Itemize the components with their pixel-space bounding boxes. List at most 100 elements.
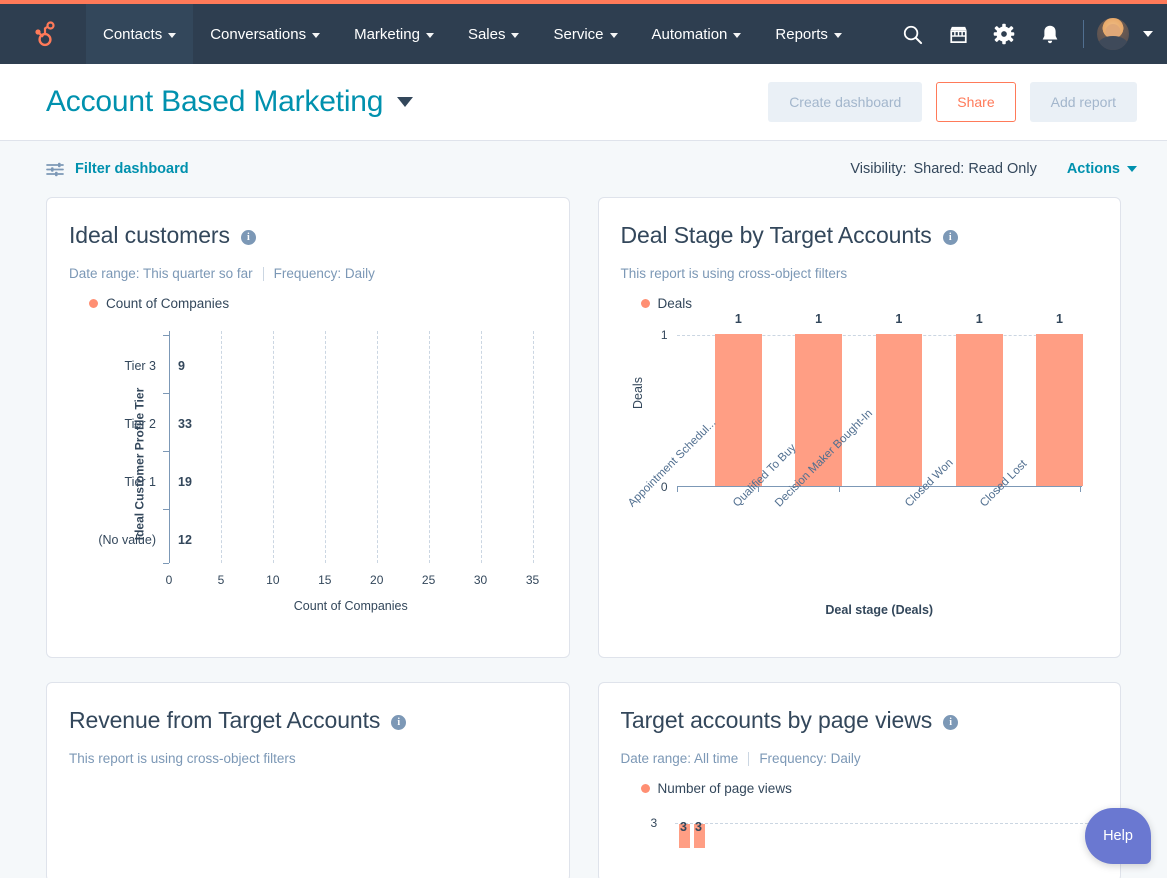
- meta-divider: [263, 267, 264, 281]
- axis-tick: [839, 487, 840, 492]
- visibility-label: Visibility:: [850, 161, 906, 177]
- y-tick-label: 1: [661, 328, 668, 342]
- chart-ideal-customers: Ideal Customer Profile Tier Tier 3 9: [69, 325, 547, 615]
- bar[interactable]: 3: [679, 824, 690, 848]
- info-icon[interactable]: i: [241, 230, 256, 245]
- bar[interactable]: 3: [694, 824, 705, 848]
- legend-color-dot: [89, 299, 98, 308]
- page-title-wrap: Account Based Marketing: [46, 85, 413, 119]
- nav-item-label: Sales: [468, 26, 506, 43]
- x-tick-label: 15: [318, 573, 331, 587]
- bar-row[interactable]: Tier 3 9: [170, 351, 185, 381]
- bar[interactable]: [956, 334, 1003, 486]
- bar-column[interactable]: 1: [876, 334, 923, 486]
- x-tick-label: 35: [526, 573, 539, 587]
- nav-item-list: Contacts Conversations Marketing Sales S…: [86, 4, 859, 64]
- bar-value-label: 3: [695, 820, 702, 834]
- sprocket-icon: [28, 19, 58, 49]
- share-button[interactable]: Share: [936, 82, 1015, 122]
- bar-value-label: 1: [735, 312, 742, 326]
- settings-gear-icon[interactable]: [983, 13, 1025, 55]
- bar-category-label: Tier 2: [74, 409, 170, 439]
- chevron-down-icon: [168, 33, 176, 38]
- bar-column[interactable]: 1: [956, 334, 1003, 486]
- page-title[interactable]: Account Based Marketing: [46, 85, 383, 119]
- nav-item-automation[interactable]: Automation: [635, 4, 759, 64]
- search-icon[interactable]: [891, 13, 933, 55]
- nav-divider: [1083, 20, 1084, 48]
- nav-item-sales[interactable]: Sales: [451, 4, 537, 64]
- chart-x-axis-title: Deal stage (Deals): [677, 603, 1083, 617]
- bar-column[interactable]: 1: [715, 334, 762, 486]
- bar-row[interactable]: Tier 1 19: [170, 467, 192, 497]
- axis-tick: [1080, 487, 1081, 492]
- bar-value-label: 33: [178, 417, 192, 431]
- hubspot-sprocket-logo[interactable]: [0, 4, 86, 64]
- bar-row[interactable]: Tier 2 33: [170, 409, 192, 439]
- x-tick-label: 25: [422, 573, 435, 587]
- bar[interactable]: [876, 334, 923, 486]
- visibility-value: Shared: Read Only: [914, 161, 1037, 177]
- chart-x-axis-title: Count of Companies: [169, 599, 533, 613]
- chart-deal-stage: Deals 1 0 1 1 1 1: [621, 321, 1099, 621]
- card-title: Target accounts by page views: [621, 707, 933, 734]
- meta-divider: [748, 752, 749, 766]
- bar[interactable]: [715, 334, 762, 486]
- card-meta-frequency: Frequency: Daily: [759, 751, 860, 766]
- filter-dashboard-button[interactable]: Filter dashboard: [46, 161, 189, 177]
- bar-value-label: 9: [178, 359, 185, 373]
- dashboard-selector-chevron-down-icon[interactable]: [397, 97, 413, 107]
- nav-item-service[interactable]: Service: [536, 4, 634, 64]
- chevron-down-icon: [312, 33, 320, 38]
- filter-dashboard-label: Filter dashboard: [75, 161, 189, 177]
- bar-column[interactable]: 1: [1036, 334, 1083, 486]
- nav-item-marketing[interactable]: Marketing: [337, 4, 451, 64]
- axis-tick: [163, 393, 169, 394]
- info-icon[interactable]: i: [943, 715, 958, 730]
- bar-value-label: 1: [1056, 312, 1063, 326]
- bar-value-label: 3: [680, 820, 687, 834]
- nav-item-label: Marketing: [354, 26, 420, 43]
- account-chevron-down-icon[interactable]: [1143, 31, 1153, 37]
- nav-item-label: Service: [553, 26, 603, 43]
- avatar[interactable]: [1096, 17, 1130, 51]
- chart-y-axis-title: Deals: [631, 377, 645, 409]
- legend-label[interactable]: Number of page views: [658, 781, 792, 796]
- axis-tick: [163, 335, 169, 336]
- marketplace-icon[interactable]: [937, 13, 979, 55]
- card-title-row: Revenue from Target Accounts i: [69, 707, 547, 734]
- actions-menu-button[interactable]: Actions: [1067, 161, 1137, 177]
- card-meta: Date range: All time Frequency: Daily: [621, 751, 1099, 766]
- bar-row[interactable]: (No value) 12: [170, 525, 192, 555]
- card-meta-date-range: Date range: This quarter so far: [69, 266, 253, 281]
- header-actions: Create dashboard Share Add report: [768, 82, 1137, 122]
- nav-item-label: Automation: [652, 26, 728, 43]
- legend-label[interactable]: Deals: [658, 296, 693, 311]
- bar[interactable]: [1036, 334, 1083, 486]
- nav-utility-icons: [891, 4, 1167, 64]
- chevron-down-icon: [426, 33, 434, 38]
- notifications-bell-icon[interactable]: [1029, 13, 1071, 55]
- nav-item-reports[interactable]: Reports: [758, 4, 859, 64]
- help-button[interactable]: Help: [1085, 808, 1151, 864]
- bar-value-label: 1: [815, 312, 822, 326]
- filter-bar: Filter dashboard Visibility: Shared: Rea…: [0, 141, 1167, 197]
- create-dashboard-button[interactable]: Create dashboard: [768, 82, 922, 122]
- add-report-button[interactable]: Add report: [1030, 82, 1137, 122]
- chevron-down-icon: [511, 33, 519, 38]
- info-icon[interactable]: i: [943, 230, 958, 245]
- nav-item-contacts[interactable]: Contacts: [86, 4, 193, 64]
- axis-tick: [163, 509, 169, 510]
- chevron-down-icon: [1127, 166, 1137, 172]
- legend-color-dot: [641, 299, 650, 308]
- x-tick-label: 0: [166, 573, 173, 587]
- bar-category-label: Tier 1: [74, 467, 170, 497]
- info-icon[interactable]: i: [391, 715, 406, 730]
- filter-sliders-icon: [46, 162, 64, 177]
- bar-category-label: (No value): [74, 525, 170, 555]
- x-tick-label: 20: [370, 573, 383, 587]
- nav-item-conversations[interactable]: Conversations: [193, 4, 337, 64]
- chart-legend: Count of Companies: [69, 296, 547, 311]
- x-tick-label: 30: [474, 573, 487, 587]
- legend-label[interactable]: Count of Companies: [106, 296, 229, 311]
